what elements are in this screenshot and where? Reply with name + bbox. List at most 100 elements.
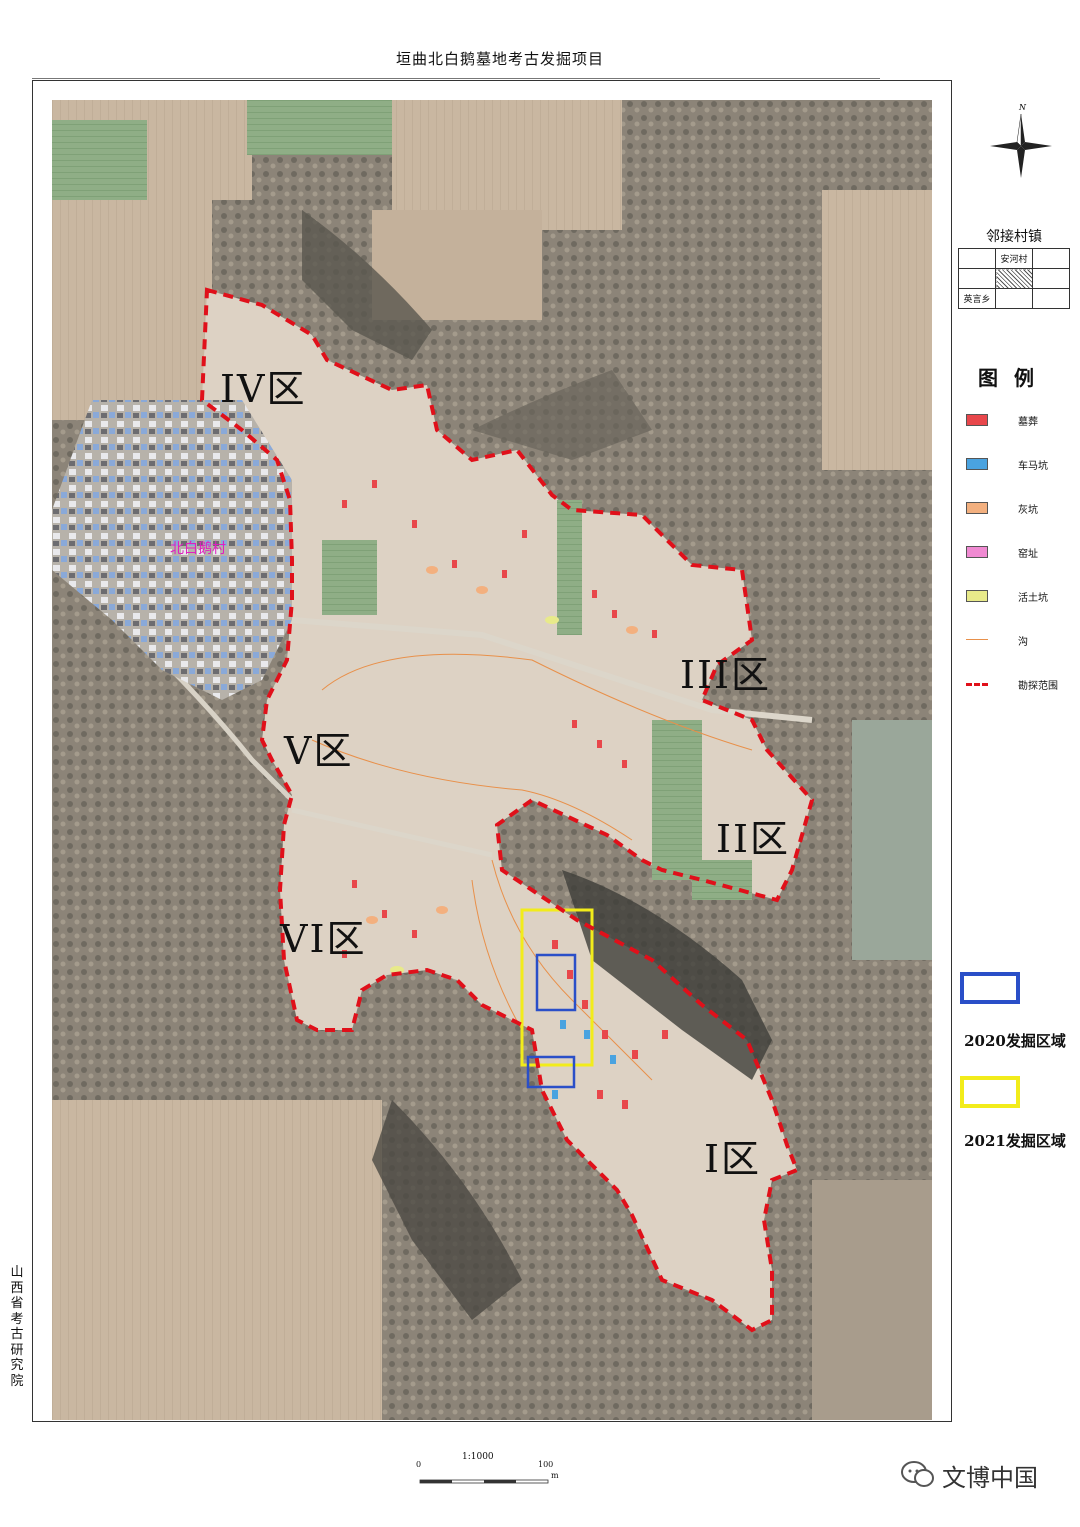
legend-swatch (966, 683, 988, 686)
tomb-mark (597, 1090, 603, 1099)
adjacent-cell (958, 268, 996, 289)
legend-item: 窑址 (966, 544, 1076, 560)
zone-label-ii: II区 (716, 817, 791, 861)
legend-label: 勘探范围 (1018, 681, 1058, 692)
legend-swatch (966, 502, 988, 514)
watermark: 文博中国 (900, 1456, 1070, 1492)
tomb-mark (522, 530, 527, 538)
zone-label-iii: III区 (680, 653, 772, 697)
farmland (822, 190, 932, 470)
ash-pit-mark (426, 566, 438, 574)
chariot-pit-mark (610, 1055, 616, 1064)
tomb-mark (652, 630, 657, 638)
village-label: 北白鹅村 (170, 541, 226, 557)
legend-swatch (966, 458, 988, 470)
legend-item: 车马坑 (966, 456, 1076, 472)
watermark-text: 文博中国 (942, 1464, 1038, 1492)
adjacent-cell: 安河村 (995, 248, 1033, 269)
chat-bubble-icon (901, 1461, 934, 1487)
adjacent-cell: 英言乡 (958, 288, 996, 309)
tomb-mark (592, 590, 597, 598)
legend-item: 勘探范围 (966, 676, 1076, 692)
tomb-mark (572, 720, 577, 728)
legend-label: 窑址 (1018, 549, 1038, 560)
tomb-mark (352, 880, 357, 888)
tomb-mark (412, 520, 417, 528)
legend-item: 活土坑 (966, 588, 1076, 604)
chariot-pit-mark (584, 1030, 590, 1039)
adjacent-title: 邻接村镇 (986, 229, 1042, 245)
tomb-mark (622, 760, 627, 768)
legend-swatch (966, 546, 988, 558)
legend-label: 车马坑 (1018, 461, 1048, 472)
chariot-pit-mark (560, 1020, 566, 1029)
adjacent-cell (1032, 268, 1070, 289)
scale-start: 0 (416, 1460, 422, 1469)
chariot-pit-mark (552, 1090, 558, 1099)
scale-end: 100 (538, 1460, 554, 1469)
ash-pit-mark (626, 626, 638, 634)
adjacent-table: 安河村 英言乡 (958, 248, 1070, 309)
title-rule (32, 78, 880, 79)
tomb-mark (382, 910, 387, 918)
farmland (52, 120, 147, 200)
legend-item: 沟 (966, 632, 1076, 648)
excavation-2020-key (960, 972, 1020, 1004)
north-arrow: N (988, 100, 1054, 180)
tomb-mark (452, 560, 457, 568)
tomb-mark (502, 570, 507, 578)
farmland (812, 1180, 932, 1420)
scale-bar (419, 1479, 549, 1484)
excavation-2021-label: 2021发掘区域 (964, 1132, 1066, 1150)
ash-pit-mark (476, 586, 488, 594)
farmland (52, 200, 212, 420)
compass-icon: N (990, 103, 1052, 178)
legend-label: 灰坑 (1018, 505, 1038, 516)
legend-swatch (966, 639, 988, 640)
tomb-mark (342, 500, 347, 508)
farmland (247, 100, 392, 155)
organization-label: 山西省考古研究院 (10, 1265, 24, 1389)
tomb-mark (597, 740, 602, 748)
tomb-mark (582, 1000, 588, 1009)
aerial-map-svg (52, 100, 932, 1420)
zone-label-iv: IV区 (220, 367, 307, 411)
tomb-mark (372, 480, 377, 488)
scale-ratio: 1:1000 (462, 1452, 494, 1462)
farmland (652, 720, 702, 880)
zone-label-v: V区 (284, 729, 354, 773)
farmland (322, 540, 377, 615)
legend-label: 沟 (1018, 637, 1028, 648)
legend-swatch (966, 414, 988, 426)
legend-item: 灰坑 (966, 500, 1076, 516)
tomb-mark (662, 1030, 668, 1039)
farmland (52, 1100, 382, 1420)
legend-title: 图例 (978, 366, 1050, 390)
tomb-mark (552, 940, 558, 949)
legend-label: 活土坑 (1018, 593, 1048, 604)
farmland (692, 860, 752, 900)
adjacent-cell (1032, 288, 1070, 309)
tomb-mark (567, 970, 573, 979)
zone-label-vi: VI区 (280, 917, 367, 961)
legend-label: 墓葬 (1018, 417, 1038, 428)
aerial-map (52, 100, 932, 1420)
adjacent-cell (1032, 248, 1070, 269)
ash-pit-mark (366, 916, 378, 924)
tomb-mark (602, 1030, 608, 1039)
legend-item: 墓葬 (966, 412, 1076, 428)
adjacent-cell (995, 288, 1033, 309)
farmland (557, 500, 582, 635)
soil-pit-mark (545, 616, 559, 624)
map-title: 垣曲北白鹅墓地考古发掘项目 (395, 50, 604, 68)
legend-swatch (966, 590, 988, 602)
ash-pit-mark (436, 906, 448, 914)
north-label: N (1018, 103, 1027, 112)
excavation-2021-key (960, 1076, 1020, 1108)
farmland (852, 720, 932, 960)
excavation-2020-label: 2020发掘区域 (964, 1032, 1066, 1050)
tomb-mark (612, 610, 617, 618)
adjacent-cell-current (995, 268, 1033, 289)
tomb-mark (622, 1100, 628, 1109)
zone-label-i: I区 (704, 1137, 762, 1181)
